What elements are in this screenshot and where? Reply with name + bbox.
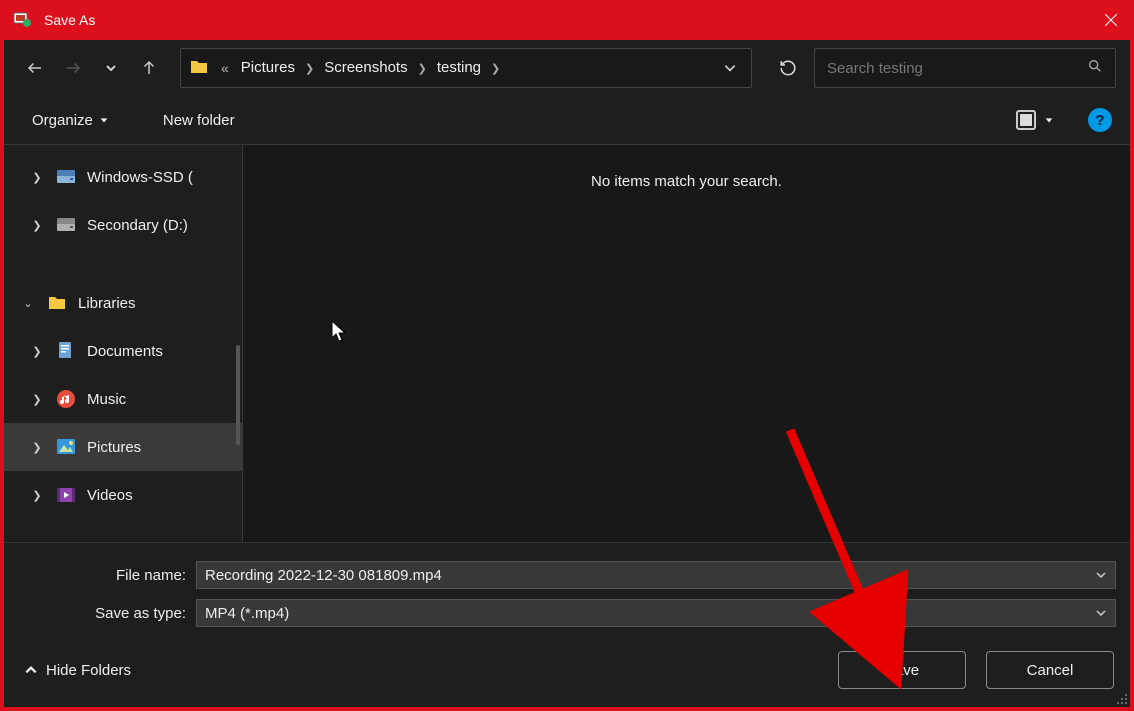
tree-item-documents[interactable]: ❯ Documents xyxy=(4,327,242,375)
documents-icon xyxy=(55,340,77,362)
command-bar: Organize New folder ? xyxy=(4,96,1130,144)
music-icon xyxy=(55,388,77,410)
filename-input[interactable] xyxy=(205,567,1095,584)
file-list-area[interactable]: No items match your search. xyxy=(243,145,1130,542)
navigation-tree[interactable]: ❯ Windows-SSD ( ❯ Secondary (D:) ⌄ Lib xyxy=(4,145,243,542)
folder-icon xyxy=(46,292,68,314)
tree-label: Music xyxy=(87,391,126,408)
chevron-right-icon[interactable]: ❯ xyxy=(29,219,45,232)
chevron-right-icon[interactable]: ❯ xyxy=(29,171,45,184)
search-box[interactable] xyxy=(814,48,1116,88)
videos-icon xyxy=(55,484,77,506)
navigation-bar: « Pictures ❯ Screenshots ❯ testing ❯ xyxy=(4,40,1130,96)
filename-field[interactable] xyxy=(196,561,1116,589)
tree-item-windows-ssd[interactable]: ❯ Windows-SSD ( xyxy=(4,153,242,201)
breadcrumb-overflow-icon[interactable]: « xyxy=(217,60,233,76)
tree-item-secondary[interactable]: ❯ Secondary (D:) xyxy=(4,201,242,249)
tree-label: Videos xyxy=(87,487,133,504)
address-bar[interactable]: « Pictures ❯ Screenshots ❯ testing ❯ xyxy=(180,48,752,88)
breadcrumb-pictures[interactable]: Pictures xyxy=(233,50,303,86)
tree-item-music[interactable]: ❯ Music xyxy=(4,375,242,423)
mouse-cursor-icon xyxy=(331,320,349,348)
hide-folders-label: Hide Folders xyxy=(46,662,131,679)
new-folder-label: New folder xyxy=(163,112,235,129)
close-button[interactable] xyxy=(1088,0,1134,40)
drive-icon xyxy=(55,166,77,188)
chevron-down-icon[interactable] xyxy=(1095,569,1107,581)
chevron-down-icon[interactable]: ⌄ xyxy=(20,297,36,310)
breadcrumb-screenshots[interactable]: Screenshots xyxy=(316,50,415,86)
filename-label: File name: xyxy=(18,567,196,584)
forward-button[interactable] xyxy=(56,51,90,85)
new-folder-button[interactable]: New folder xyxy=(153,106,245,135)
tree-label: Windows-SSD ( xyxy=(87,169,193,186)
chevron-right-icon[interactable]: ❯ xyxy=(303,62,316,75)
address-dropdown-button[interactable] xyxy=(713,61,747,75)
help-button[interactable]: ? xyxy=(1088,108,1112,132)
organize-label: Organize xyxy=(32,112,93,129)
resize-grip-icon[interactable] xyxy=(1114,691,1128,705)
scrollbar-thumb[interactable] xyxy=(236,345,240,445)
titlebar-title: Save As xyxy=(44,12,1088,28)
filetype-label: Save as type: xyxy=(18,605,196,622)
chevron-right-icon[interactable]: ❯ xyxy=(489,62,502,75)
tree-item-videos[interactable]: ❯ Videos xyxy=(4,471,242,519)
filetype-field[interactable]: MP4 (*.mp4) xyxy=(196,599,1116,627)
chevron-right-icon[interactable]: ❯ xyxy=(29,345,45,358)
filetype-value: MP4 (*.mp4) xyxy=(205,605,289,622)
back-button[interactable] xyxy=(18,51,52,85)
search-input[interactable] xyxy=(827,60,1087,77)
bottom-panel: File name: Save as type: MP4 (*.mp4) Hid… xyxy=(4,542,1130,707)
chevron-right-icon[interactable]: ❯ xyxy=(416,62,429,75)
cancel-button[interactable]: Cancel xyxy=(986,651,1114,689)
tree-item-libraries[interactable]: ⌄ Libraries xyxy=(4,279,242,327)
tree-label: Documents xyxy=(87,343,163,360)
view-icon xyxy=(1014,108,1038,132)
up-button[interactable] xyxy=(132,51,166,85)
tree-label: Secondary (D:) xyxy=(87,217,188,234)
empty-message: No items match your search. xyxy=(267,173,1106,190)
chevron-down-icon[interactable] xyxy=(1095,607,1107,619)
tree-label: Libraries xyxy=(78,295,136,312)
tree-item-pictures[interactable]: ❯ Pictures xyxy=(4,423,242,471)
view-options-button[interactable] xyxy=(1004,102,1064,138)
chevron-right-icon[interactable]: ❯ xyxy=(29,441,45,454)
tree-label: Pictures xyxy=(87,439,141,456)
folder-icon xyxy=(189,57,211,79)
search-icon xyxy=(1087,58,1103,79)
save-button[interactable]: Save xyxy=(838,651,966,689)
drive-icon xyxy=(55,214,77,236)
breadcrumb-testing[interactable]: testing xyxy=(429,50,489,86)
hide-folders-button[interactable]: Hide Folders xyxy=(24,662,131,679)
pictures-icon xyxy=(55,436,77,458)
app-icon xyxy=(12,10,32,30)
recent-locations-button[interactable] xyxy=(94,51,128,85)
chevron-right-icon[interactable]: ❯ xyxy=(29,489,45,502)
refresh-button[interactable] xyxy=(766,48,810,88)
titlebar: Save As xyxy=(0,0,1134,40)
chevron-right-icon[interactable]: ❯ xyxy=(29,393,45,406)
organize-menu[interactable]: Organize xyxy=(22,106,119,135)
